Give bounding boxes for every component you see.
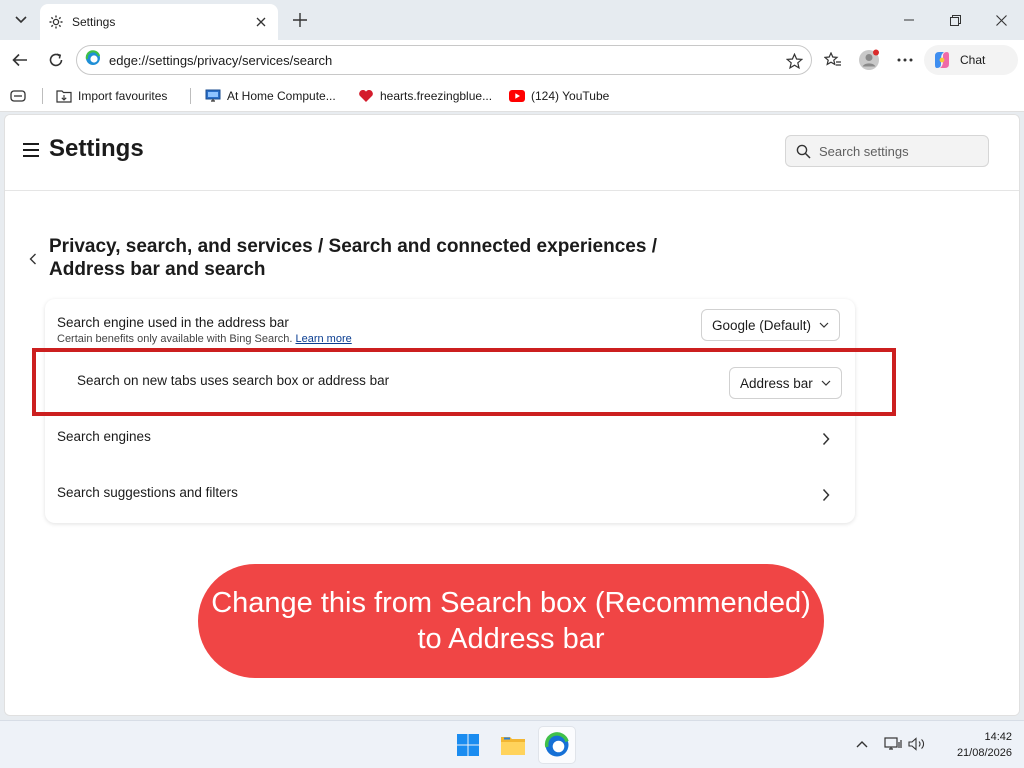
clock-date: 21/08/2026 (956, 747, 1012, 759)
address-bar[interactable]: edge://settings/privacy/services/search (76, 45, 812, 75)
plus-icon (293, 13, 307, 27)
dropdown-value: Google (Default) (712, 317, 812, 333)
favorite-label: (124) YouTube (531, 89, 610, 103)
chevron-up-icon (856, 741, 868, 748)
profile-button[interactable] (855, 46, 883, 74)
search-engine-dropdown[interactable]: Google (Default) (701, 309, 841, 341)
search-settings-input[interactable]: Search settings (785, 135, 989, 167)
page-title: Settings (49, 135, 144, 162)
file-explorer-button[interactable] (495, 727, 531, 763)
search-settings-placeholder: Search settings (819, 143, 909, 159)
refresh-icon (49, 53, 63, 67)
setting-row-search-suggestions[interactable]: Search suggestions and filters (45, 467, 855, 523)
folder-import-icon (56, 88, 72, 104)
refresh-button[interactable] (42, 46, 70, 74)
chevron-left-icon (29, 253, 36, 265)
chevron-right-icon (819, 432, 833, 446)
arrow-left-icon (12, 53, 27, 67)
annotation-highlight-box (32, 348, 896, 416)
edge-logo-icon (544, 732, 569, 757)
close-icon (995, 14, 1007, 26)
setting-title: Search engine used in the address bar (57, 315, 289, 330)
folder-icon (501, 737, 525, 755)
setting-row-search-engines[interactable]: Search engines (45, 411, 855, 467)
monitor-icon (205, 88, 221, 104)
settings-header: Settings Search settings (5, 115, 1019, 191)
favorite-label: Import favourites (78, 89, 168, 103)
setting-title: Search suggestions and filters (57, 485, 238, 500)
favorites-bar: Import favourites At Home Compute... hea… (0, 80, 1024, 112)
youtube-icon (509, 88, 525, 104)
annotation-text: Change this from Search box (Recommended… (211, 587, 811, 655)
favorites-divider (190, 88, 191, 104)
learn-more-link[interactable]: Learn more (295, 333, 351, 345)
network-icon (884, 737, 902, 750)
show-hidden-icons-button[interactable] (851, 733, 873, 755)
title-bar: Settings (0, 0, 1024, 40)
add-favorite-star-icon[interactable] (783, 50, 805, 72)
tab-settings[interactable]: Settings (40, 4, 278, 40)
chevron-down-icon (15, 16, 27, 24)
close-window-button[interactable] (986, 6, 1016, 34)
chevron-down-icon (819, 320, 829, 330)
reading-list-button[interactable] (10, 86, 32, 106)
restore-button[interactable] (940, 6, 970, 34)
hamburger-menu-icon[interactable] (23, 143, 43, 159)
favorite-label: At Home Compute... (227, 89, 336, 103)
speaker-icon (908, 737, 924, 751)
browser-toolbar: edge://settings/privacy/services/search … (0, 40, 1024, 80)
ellipsis-icon (897, 58, 913, 62)
copilot-chat-button[interactable]: Chat (924, 45, 1018, 75)
start-button[interactable] (450, 727, 486, 763)
heart-icon (358, 88, 374, 104)
volume-button[interactable] (906, 733, 928, 755)
windows-logo-icon (457, 734, 479, 756)
tab-title: Settings (72, 15, 116, 29)
favorite-import[interactable]: Import favourites (56, 86, 167, 106)
new-tab-button[interactable] (288, 8, 312, 32)
minimize-button[interactable] (894, 6, 924, 34)
chat-label: Chat (960, 53, 986, 67)
minimize-icon (904, 19, 914, 21)
search-icon (796, 144, 811, 159)
restore-icon (949, 14, 961, 26)
setting-subtitle-text: Certain benefits only available with Bin… (57, 333, 293, 345)
back-chevron-button[interactable] (23, 249, 43, 269)
edge-logo-icon (85, 49, 101, 71)
setting-subtitle: Certain benefits only available with Bin… (57, 333, 352, 345)
favorites-divider (42, 88, 43, 104)
taskbar-clock[interactable]: 14:42 21/08/2026 (938, 729, 1012, 761)
edge-taskbar-button[interactable] (539, 727, 575, 763)
tab-actions-menu-button[interactable] (8, 7, 34, 33)
clock-time: 14:42 (984, 731, 1012, 743)
avatar-icon (859, 49, 879, 70)
setting-title: Search engines (57, 429, 151, 444)
close-tab-icon[interactable] (252, 13, 270, 31)
copilot-icon (935, 52, 949, 68)
network-button[interactable] (882, 733, 904, 755)
taskbar: 14:42 21/08/2026 (0, 720, 1024, 768)
more-options-button[interactable] (891, 46, 919, 74)
breadcrumb: Privacy, search, and services / Search a… (49, 236, 657, 280)
gear-icon (48, 14, 64, 30)
favorites-star-list-icon (824, 52, 841, 66)
favorite-at-home-computer[interactable]: At Home Compute... (205, 86, 336, 106)
setting-row-search-engine: Search engine used in the address bar Ce… (45, 299, 855, 355)
chevron-right-icon (819, 488, 833, 502)
reading-icon (10, 88, 26, 104)
favorites-button[interactable] (819, 46, 847, 74)
favorite-youtube[interactable]: (124) YouTube (509, 86, 609, 106)
favorite-label: hearts.freezingblue... (380, 89, 493, 103)
back-button[interactable] (6, 46, 34, 74)
address-url: edge://settings/privacy/services/search (109, 52, 333, 68)
favorite-hearts[interactable]: hearts.freezingblue... (358, 86, 492, 106)
